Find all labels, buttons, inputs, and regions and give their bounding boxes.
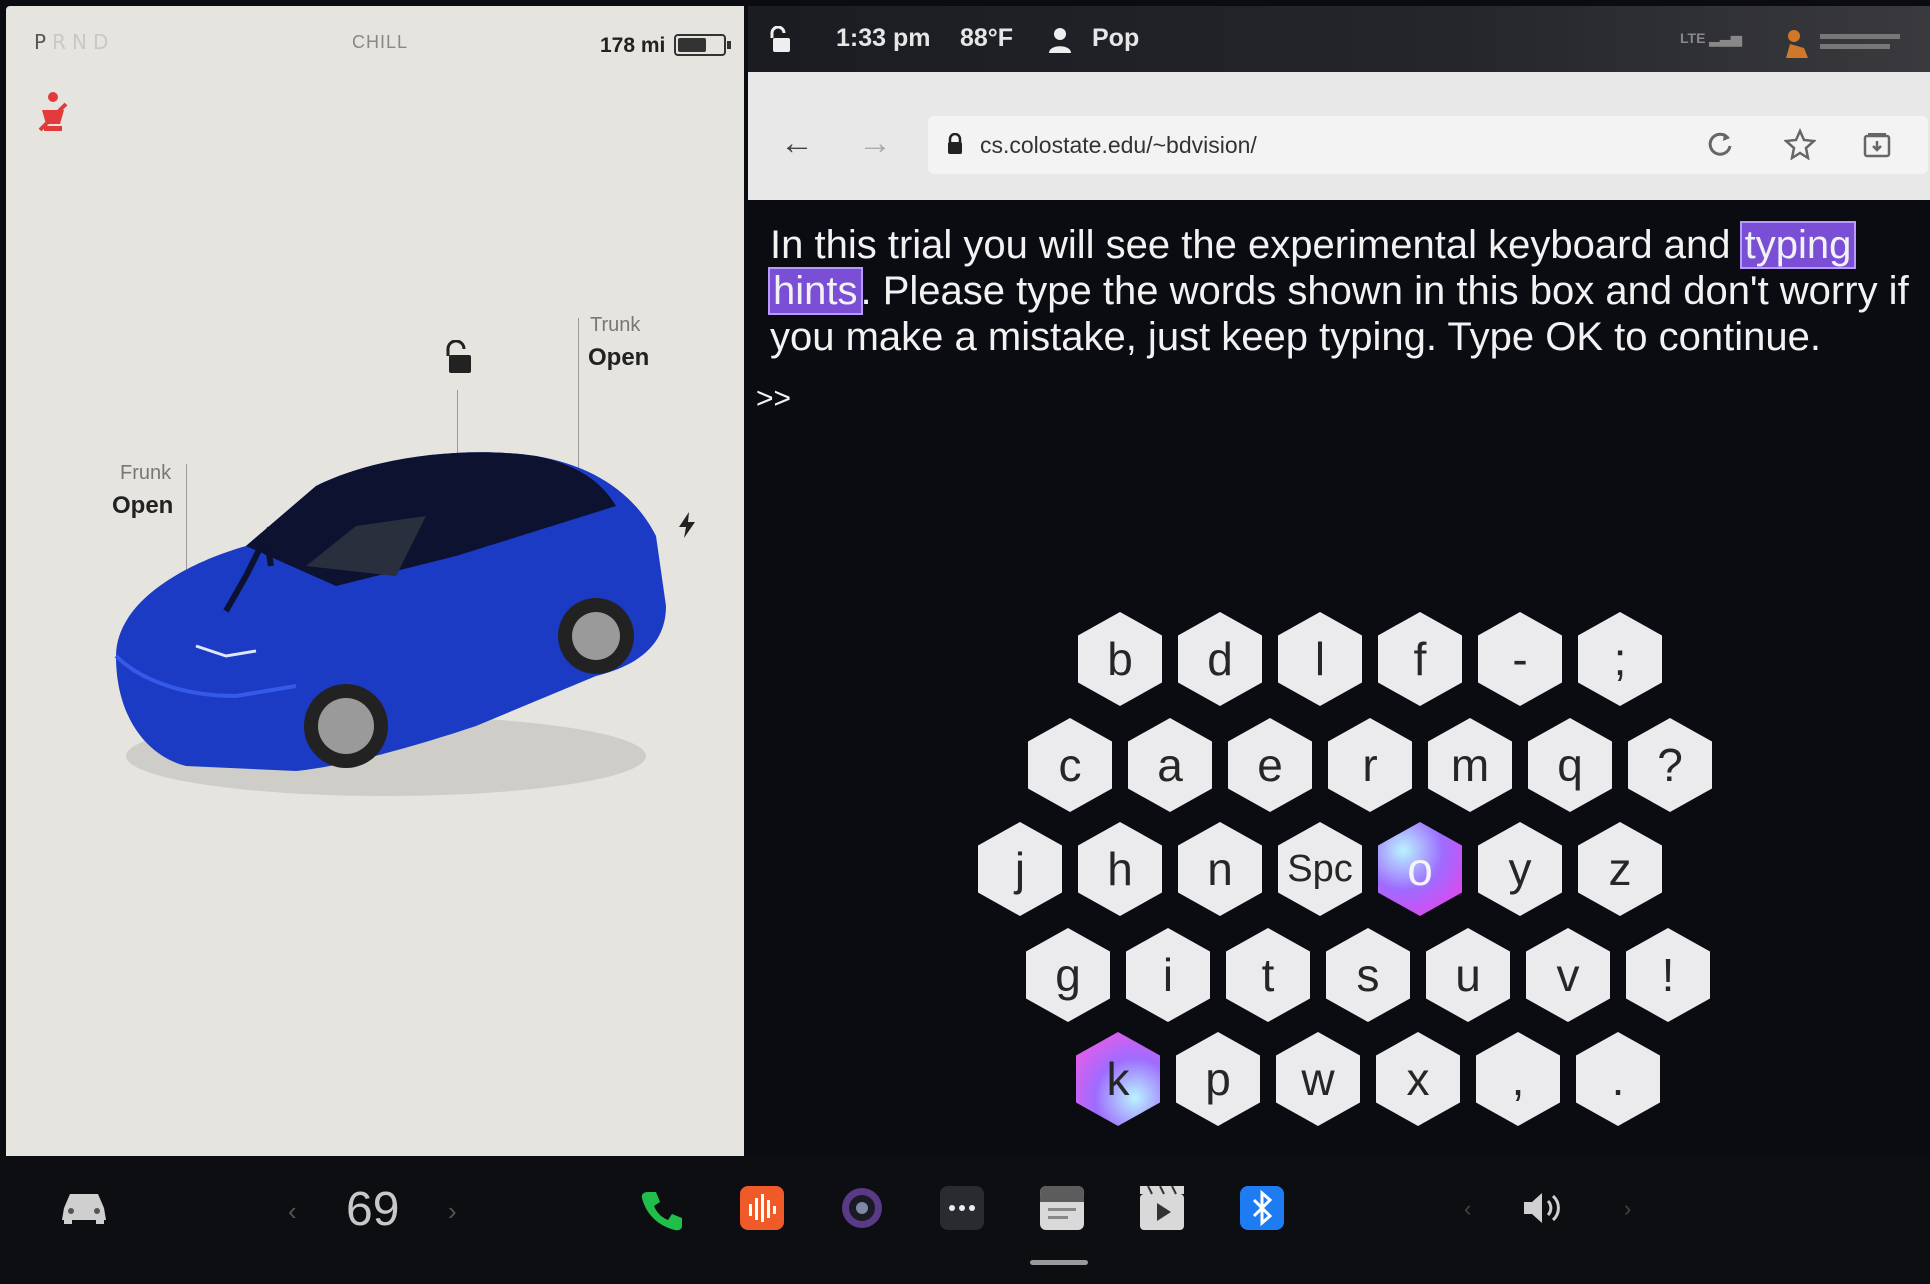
clock: 1:33 pm [836,24,931,52]
battery-icon [674,34,731,56]
gear-d: D [92,30,115,54]
padlock-icon [946,132,964,160]
key-e[interactable]: e [1228,718,1312,812]
web-page: In this trial you will see the experimen… [748,200,1930,1156]
key-p[interactable]: p [1176,1032,1260,1126]
volume-increase-icon[interactable]: › [1624,1196,1631,1222]
key-i[interactable]: i [1126,928,1210,1022]
key-r[interactable]: r [1328,718,1412,812]
trunk-status[interactable]: Open [588,344,649,372]
bluetooth-icon[interactable] [1240,1186,1284,1235]
calendar-icon[interactable] [1040,1186,1084,1235]
key-exclamation[interactable]: ! [1626,928,1710,1022]
reload-icon[interactable] [1706,130,1734,163]
key-k[interactable]: k [1076,1032,1160,1126]
driver-door-unlocked-icon[interactable] [768,25,792,59]
key-hyphen[interactable]: - [1478,612,1562,706]
gear-n: N [71,30,93,54]
bookmark-star-icon[interactable] [1783,127,1817,165]
key-d[interactable]: d [1178,612,1262,706]
temp-increase-icon[interactable]: › [448,1196,457,1227]
passenger-airbag-off-icon [1780,24,1910,60]
key-h[interactable]: h [1078,822,1162,916]
key-l[interactable]: l [1278,612,1362,706]
outside-temperature: 88°F [960,24,1014,52]
key-q[interactable]: q [1528,718,1612,812]
key-n[interactable]: n [1178,822,1262,916]
more-apps-icon[interactable] [940,1186,984,1235]
car-3d-model [96,426,676,831]
key-t[interactable]: t [1226,928,1310,1022]
car-icon[interactable] [58,1186,110,1231]
key-f[interactable]: f [1378,612,1462,706]
unlocked-lock-icon[interactable] [443,339,473,381]
phone-icon[interactable] [640,1188,684,1237]
hex-keyboard: b d l f - ; c a e r m q ? j h n Spc o y … [748,200,1930,1156]
key-v[interactable]: v [1526,928,1610,1022]
key-question[interactable]: ? [1628,718,1712,812]
camera-icon[interactable] [840,1186,884,1235]
key-g[interactable]: g [1026,928,1110,1022]
driver-profile-icon[interactable] [1048,26,1072,59]
trunk-label: Trunk [590,314,641,336]
lte-signal-icon: LTE ▂▃▅ [1680,30,1742,46]
url-text[interactable]: cs.colostate.edu/~bdvision/ [980,132,1257,159]
back-arrow-icon[interactable]: ← [780,124,814,163]
temp-decrease-icon[interactable]: ‹ [288,1196,297,1227]
key-a[interactable]: a [1128,718,1212,812]
key-s[interactable]: s [1326,928,1410,1022]
charge-port-icon[interactable] [676,510,698,545]
key-comma[interactable]: , [1476,1032,1560,1126]
key-o[interactable]: o [1378,822,1462,916]
cabin-temperature[interactable]: 69 [346,1182,399,1237]
home-indicator[interactable] [1030,1260,1088,1265]
key-w[interactable]: w [1276,1032,1360,1126]
saved-pages-icon[interactable] [1862,130,1892,165]
key-semicolon[interactable]: ; [1578,612,1662,706]
music-app-icon[interactable] [740,1186,784,1235]
top-status-bar: 1:33 pm 88°F Pop [748,6,1930,72]
drive-mode-label: CHILL [352,32,409,52]
gear-p: P [34,30,53,54]
seatbelt-warning-icon [34,90,72,139]
bottom-taskbar: ‹ 69 › ‹ › [0,1156,1930,1284]
driver-profile-name[interactable]: Pop [1092,24,1139,53]
key-period[interactable]: . [1576,1032,1660,1126]
gear-selector: PRND [34,30,114,54]
key-y[interactable]: y [1478,822,1562,916]
key-c[interactable]: c [1028,718,1112,812]
volume-icon[interactable] [1520,1188,1566,1233]
volume-decrease-icon[interactable]: ‹ [1464,1196,1471,1222]
key-z[interactable]: z [1578,822,1662,916]
key-u[interactable]: u [1426,928,1510,1022]
gear-r: R [52,30,72,54]
car-status-panel: PRND CHILL 178 mi Trunk Open Frunk Open [6,6,744,1156]
key-b[interactable]: b [1078,612,1162,706]
key-j[interactable]: j [978,822,1062,916]
forward-arrow-icon[interactable]: → [858,124,892,163]
key-x[interactable]: x [1376,1032,1460,1126]
screen: PRND CHILL 178 mi Trunk Open Frunk Open [0,0,1930,1284]
key-m[interactable]: m [1428,718,1512,812]
media-player-icon[interactable] [1140,1185,1184,1235]
address-bar[interactable]: cs.colostate.edu/~bdvision/ [928,116,1928,174]
key-space[interactable]: Spc [1278,822,1362,916]
range-readout: 178 mi [600,34,666,57]
browser-toolbar: ← → cs.colostate.edu/~bdvision/ [748,72,1930,200]
